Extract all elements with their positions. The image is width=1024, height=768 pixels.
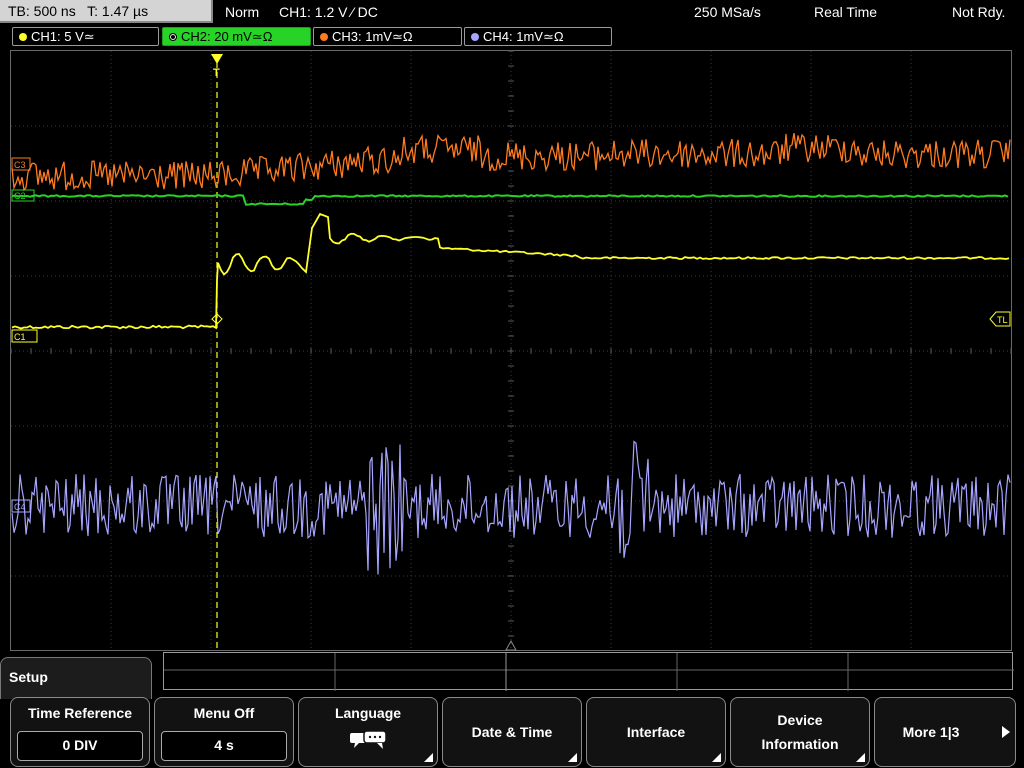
ch2-trace [11,194,1009,206]
navigation-strip-grid [164,653,1014,691]
graticule-ticks [10,50,1012,651]
waveform-display[interactable]: T C3 C2 C1 C4 TL [10,50,1012,651]
ch1-color-dot [19,33,27,41]
menu-off-softkey[interactable]: Menu Off 4 s [154,697,294,767]
device-information-softkey[interactable]: Device Information [730,697,870,767]
ch3-level-marker: C3 [11,157,31,171]
device-information-label-line1: Device [777,712,823,728]
ch3-trace [11,132,1011,192]
trigger-mode[interactable]: Norm [225,3,259,21]
interface-softkey[interactable]: Interface [586,697,726,767]
more-label: More 1|3 [902,724,960,740]
trigger-level-label: TL [997,315,1008,325]
time-reference-softkey[interactable]: Time Reference 0 DIV [10,697,150,767]
trigger-source[interactable]: CH1: 1.2 V ⁄ DC [279,3,378,21]
ch3-color-dot [320,33,328,41]
ch4-color-dot [471,33,479,41]
interface-label: Interface [626,724,686,740]
device-information-label-line2: Information [761,736,839,752]
menu-title: Setup [0,657,152,699]
ch4-level-marker: C4 [11,499,31,513]
speech-bubbles-icon [350,730,387,749]
submenu-indicator-icon [856,753,865,762]
ch2-level-label: C2 [14,191,26,201]
ch2-color-dot [169,33,177,41]
ch3-level-label: C3 [14,160,26,170]
submenu-indicator-icon [424,753,433,762]
ch4-label: CH4: 1mV≃Ω [483,29,564,44]
ch3-label: CH3: 1mV≃Ω [332,29,413,44]
status-bar: TB: 500 ns T: 1.47 µs Norm CH1: 1.2 V ⁄ … [0,0,1024,26]
channel-tab-ch1[interactable]: CH1: 5 V≃ [12,27,159,46]
arrow-right-icon [1002,726,1010,738]
date-time-softkey[interactable]: Date & Time [442,697,582,767]
submenu-indicator-icon [712,753,721,762]
ch1-label: CH1: 5 V≃ [31,29,95,44]
channel-tab-ch4[interactable]: CH4: 1mV≃Ω [464,27,612,46]
ch1-level-marker: C1 [11,329,38,343]
ch4-trace [11,440,1011,575]
trigger-position-marker [211,54,223,64]
time-reference-label: Time Reference [27,705,132,721]
trigger-time-value: T: 1.47 µs [87,3,149,19]
channel-tab-ch2[interactable]: CH2: 20 mV≃Ω [162,27,311,46]
time-reference-value: 0 DIV [17,731,143,761]
more-softkey[interactable]: More 1|3 [874,697,1016,767]
acquisition-mode: Real Time [814,4,878,20]
timebase-value: TB: 500 ns [8,3,76,19]
ch4-level-label: C4 [14,502,26,512]
horizontal-center-marker [505,639,517,651]
ch2-label: CH2: 20 mV≃Ω [181,29,273,44]
navigation-strip [163,652,1014,691]
trigger-level-marker: TL [989,311,1011,327]
sample-rate: 250 MSa/s [694,4,761,20]
menu-off-value: 4 s [161,731,287,761]
menu-off-label: Menu Off [193,705,255,721]
ch1-level-label: C1 [14,332,26,342]
waveform-canvas: T C3 C2 C1 C4 TL [10,50,1012,651]
timebase-box[interactable]: TB: 500 ns T: 1.47 µs [0,0,213,23]
ready-state: Not Rdy. [952,4,1006,20]
language-label: Language [334,705,402,721]
submenu-indicator-icon [568,753,577,762]
channel-tab-ch3[interactable]: CH3: 1mV≃Ω [313,27,462,46]
trigger-position-label: T [213,67,220,79]
date-time-label: Date & Time [471,724,553,740]
language-softkey[interactable]: Language [298,697,438,767]
